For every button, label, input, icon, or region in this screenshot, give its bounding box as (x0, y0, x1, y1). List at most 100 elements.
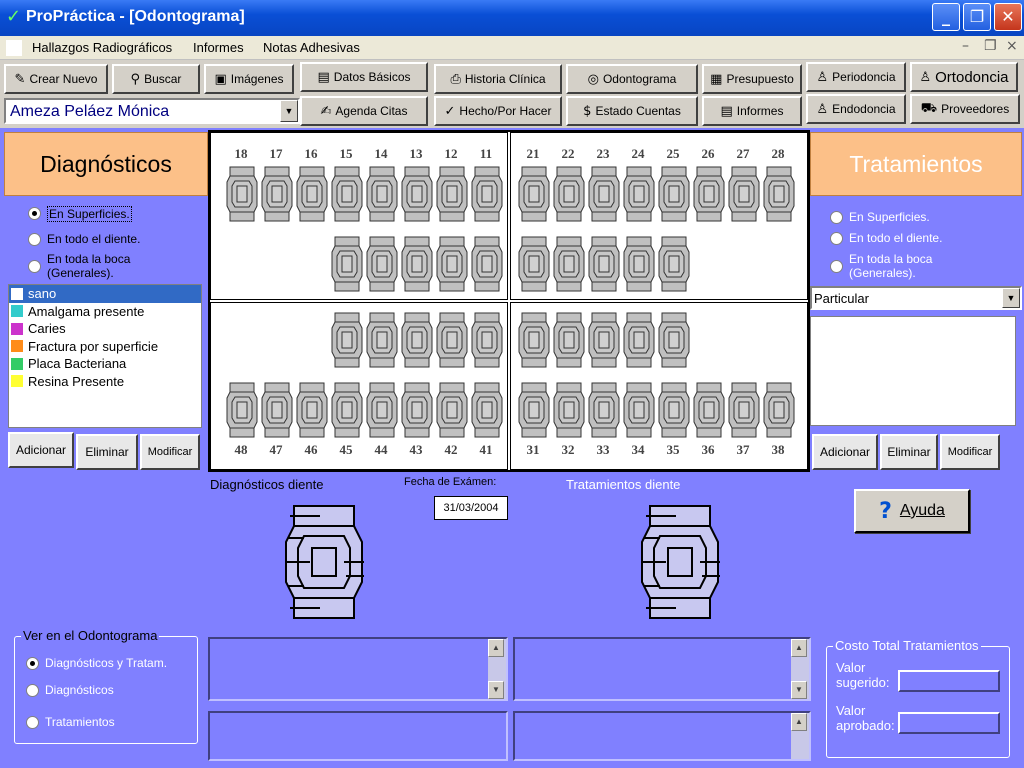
trat-category-select[interactable]: Particular ▼ (810, 286, 1022, 310)
menu-hallazgos[interactable]: Hallazgos Radiográficos (32, 40, 172, 55)
trat-tooth-detail[interactable] (640, 502, 724, 622)
tooth-deciduous-lower-left[interactable] (518, 312, 550, 368)
tooth-deciduous-upper-right[interactable] (436, 236, 468, 292)
diag-adicionar-button[interactable]: Adicionar (8, 432, 74, 468)
restore-button[interactable]: ❐ (963, 3, 991, 31)
patient-select[interactable]: Ameza Peláez Mónica ▼ (4, 98, 300, 124)
tooth-deciduous-upper-right[interactable] (471, 236, 503, 292)
buscar-button[interactable]: ⚲ Buscar (112, 64, 200, 94)
ortodoncia-button[interactable]: ♙ Ortodoncia (910, 62, 1018, 92)
diag-radio-todo-diente[interactable]: En todo el diente. (28, 232, 140, 246)
tooth-deciduous-lower-left[interactable] (658, 312, 690, 368)
diag-radio-superficies[interactable]: En Superficies. (28, 206, 132, 222)
tooth-18[interactable] (226, 166, 258, 222)
diag-tooth-detail[interactable] (284, 502, 368, 622)
tooth-15[interactable] (331, 166, 363, 222)
tooth-23[interactable] (588, 166, 620, 222)
diag-eliminar-button[interactable]: Eliminar (76, 434, 138, 470)
trat-radio-toda-boca[interactable]: En toda la boca (Generales). (830, 252, 980, 280)
chevron-down-icon[interactable]: ▼ (280, 100, 298, 122)
tooth-deciduous-upper-left[interactable] (518, 236, 550, 292)
scroll-up-icon[interactable]: ▲ (791, 713, 807, 731)
tooth-12[interactable] (436, 166, 468, 222)
menu-notas-adhesivas[interactable]: Notas Adhesivas (263, 40, 360, 55)
diagnostico-item[interactable]: Caries (9, 320, 201, 338)
tooth-24[interactable] (623, 166, 655, 222)
close-button[interactable]: ✕ (994, 3, 1022, 31)
scroll-up-icon[interactable]: ▲ (488, 639, 504, 657)
menu-informes[interactable]: Informes (193, 40, 244, 55)
tooth-deciduous-upper-left[interactable] (588, 236, 620, 292)
trat-modificar-button[interactable]: Modificar (940, 434, 1000, 470)
ayuda-button[interactable]: ? Ayuda (854, 489, 970, 533)
diagnostico-item[interactable]: sano (9, 285, 201, 303)
tooth-36[interactable] (693, 382, 725, 438)
tooth-47[interactable] (261, 382, 293, 438)
tooth-11[interactable] (471, 166, 503, 222)
imagenes-button[interactable]: ▣ Imágenes (204, 64, 294, 94)
tooth-46[interactable] (296, 382, 328, 438)
tooth-35[interactable] (658, 382, 690, 438)
estado-cuentas-button[interactable]: $ Estado Cuentas (566, 96, 698, 126)
tooth-16[interactable] (296, 166, 328, 222)
odontograma-button[interactable]: ◎ Odontograma (566, 64, 698, 94)
agenda-citas-button[interactable]: ✍ Agenda Citas (300, 96, 428, 126)
informes-button[interactable]: ▤ Informes (702, 96, 802, 126)
tooth-deciduous-upper-left[interactable] (623, 236, 655, 292)
tooth-22[interactable] (553, 166, 585, 222)
chevron-down-icon[interactable]: ▼ (1002, 288, 1020, 308)
endodoncia-button[interactable]: ♙ Endodoncia (806, 94, 906, 124)
periodoncia-button[interactable]: ♙ Periodoncia (806, 62, 906, 92)
tooth-17[interactable] (261, 166, 293, 222)
view-radio-diag[interactable]: Diagnósticos (26, 683, 114, 697)
presupuesto-button[interactable]: ▦ Presupuesto (702, 64, 802, 94)
scroll-down-icon[interactable]: ▼ (791, 681, 807, 699)
proveedores-button[interactable]: ⛟ Proveedores (910, 94, 1020, 124)
diag-notes-textarea[interactable]: ▲ ▼ (208, 637, 508, 701)
tooth-deciduous-lower-right[interactable] (436, 312, 468, 368)
view-radio-diag-trat[interactable]: Diagnósticos y Tratam. (26, 656, 167, 670)
valor-aprobado-input[interactable] (898, 712, 1000, 734)
diagnostico-item[interactable]: Fractura por superficie (9, 338, 201, 356)
trat-radio-todo-diente[interactable]: En todo el diente. (830, 231, 942, 245)
diag-modificar-button[interactable]: Modificar (140, 434, 200, 470)
tooth-14[interactable] (366, 166, 398, 222)
trat-adicionar-button[interactable]: Adicionar (812, 434, 878, 470)
trat-extra-textarea[interactable]: ▲ (513, 711, 811, 761)
crear-nuevo-button[interactable]: ✎ Crear Nuevo (4, 64, 108, 94)
valor-sugerido-input[interactable] (898, 670, 1000, 692)
tooth-deciduous-upper-right[interactable] (331, 236, 363, 292)
tooth-48[interactable] (226, 382, 258, 438)
tooth-26[interactable] (693, 166, 725, 222)
tooth-41[interactable] (471, 382, 503, 438)
datos-basicos-button[interactable]: ▤ Datos Básicos (300, 62, 428, 92)
tooth-42[interactable] (436, 382, 468, 438)
diagnostico-item[interactable]: Resina Presente (9, 373, 201, 391)
tratamientos-list[interactable] (810, 316, 1016, 426)
tooth-45[interactable] (331, 382, 363, 438)
tooth-deciduous-lower-left[interactable] (553, 312, 585, 368)
tooth-21[interactable] (518, 166, 550, 222)
tooth-43[interactable] (401, 382, 433, 438)
historia-clinica-button[interactable]: ⎙ Historia Clínica (434, 64, 562, 94)
mdi-close-button[interactable]: × (1006, 38, 1018, 54)
diagnostico-item[interactable]: Amalgama presente (9, 303, 201, 321)
scroll-down-icon[interactable]: ▼ (488, 681, 504, 699)
tooth-deciduous-lower-left[interactable] (623, 312, 655, 368)
scrollbar[interactable]: ▲ ▼ (791, 639, 809, 699)
diagnostico-item[interactable]: Placa Bacteriana (9, 355, 201, 373)
tooth-deciduous-lower-right[interactable] (331, 312, 363, 368)
tooth-deciduous-lower-right[interactable] (471, 312, 503, 368)
tooth-25[interactable] (658, 166, 690, 222)
tooth-deciduous-upper-left[interactable] (553, 236, 585, 292)
tooth-38[interactable] (763, 382, 795, 438)
tooth-deciduous-upper-left[interactable] (658, 236, 690, 292)
trat-notes-textarea[interactable]: ▲ ▼ (513, 637, 811, 701)
diag-extra-textarea[interactable] (208, 711, 508, 761)
mdi-restore-button[interactable]: ❐ (984, 38, 997, 54)
view-radio-trat[interactable]: Tratamientos (26, 715, 115, 729)
scrollbar[interactable]: ▲ (791, 713, 809, 759)
trat-eliminar-button[interactable]: Eliminar (880, 434, 938, 470)
tooth-33[interactable] (588, 382, 620, 438)
mdi-minimize-button[interactable]: – (962, 38, 969, 54)
